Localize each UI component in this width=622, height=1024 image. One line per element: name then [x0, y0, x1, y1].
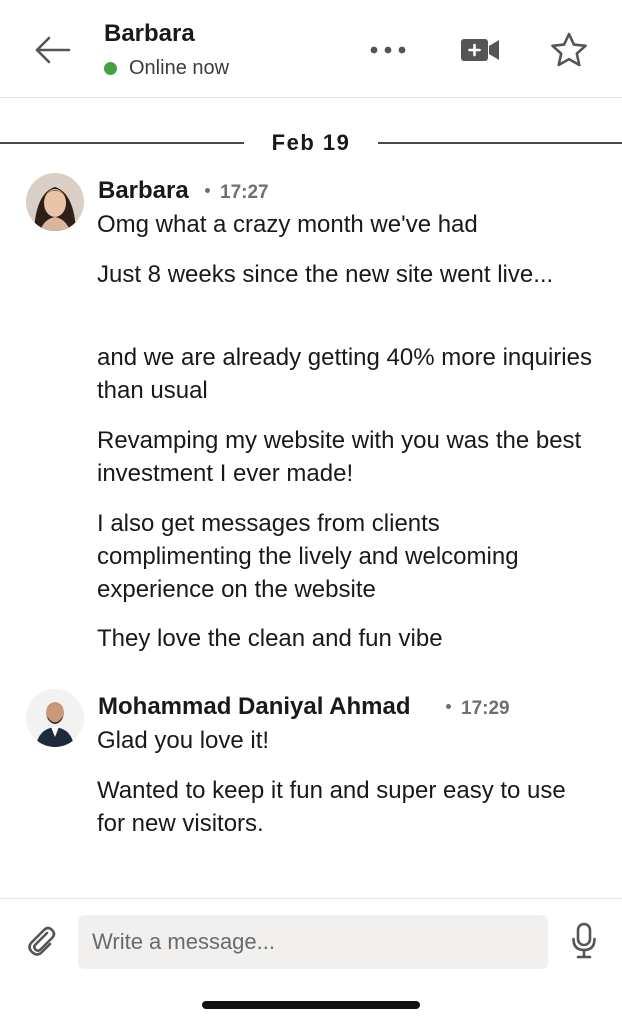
message-composer	[0, 898, 622, 1024]
home-indicator	[202, 1001, 420, 1009]
paperclip-icon	[28, 926, 56, 956]
message-text: Glad you love it!	[97, 727, 270, 754]
date-separator: Feb 19	[0, 126, 622, 160]
more-dots-icon	[370, 46, 406, 54]
conversation-header: Barbara Online now	[0, 0, 622, 98]
microphone-icon	[572, 922, 596, 959]
divider-line	[0, 142, 244, 144]
message-text: Just 8 weeks since the new site went liv…	[97, 261, 554, 288]
message-text: Wanted to keep it fun and super easy to …	[97, 777, 566, 837]
avatar-mohammad[interactable]	[26, 689, 84, 747]
contact-name[interactable]: Barbara	[104, 20, 195, 48]
message-author[interactable]: Barbara	[98, 177, 189, 205]
attach-button[interactable]	[20, 919, 64, 963]
user-photo-icon	[26, 173, 84, 231]
message-text: Revamping my website with you was the be…	[97, 427, 582, 487]
message-text: and we are already getting 40% more inqu…	[97, 344, 592, 404]
back-button[interactable]	[30, 28, 74, 72]
message-author[interactable]: Mohammad Daniyal Ahmad	[98, 693, 411, 721]
separator-dot	[446, 704, 451, 710]
message-timestamp: 17:27	[205, 182, 269, 204]
star-icon	[551, 32, 587, 67]
message-text: They love the clean and fun vibe	[97, 625, 443, 652]
divider-line	[378, 142, 622, 144]
online-indicator	[104, 62, 117, 75]
video-call-button[interactable]	[458, 28, 502, 72]
time-text: 17:29	[461, 698, 510, 719]
star-button[interactable]	[547, 28, 591, 72]
message-text: Omg what a crazy month we've had	[97, 211, 478, 238]
user-photo-icon	[26, 689, 84, 747]
message-timestamp: 17:29	[446, 698, 510, 720]
status-text: Online now	[129, 57, 230, 79]
video-call-icon	[461, 39, 499, 61]
avatar-barbara[interactable]	[26, 173, 84, 231]
presence-status: Online now	[104, 57, 229, 80]
date-label: Feb 19	[271, 130, 351, 155]
separator-dot	[205, 188, 210, 194]
back-arrow-icon	[35, 36, 71, 64]
voice-message-button[interactable]	[562, 919, 606, 963]
message-input[interactable]	[78, 915, 548, 969]
more-options-button[interactable]	[366, 28, 410, 72]
time-text: 17:27	[220, 182, 269, 203]
message-text: I also get messages from clients complim…	[97, 510, 519, 603]
